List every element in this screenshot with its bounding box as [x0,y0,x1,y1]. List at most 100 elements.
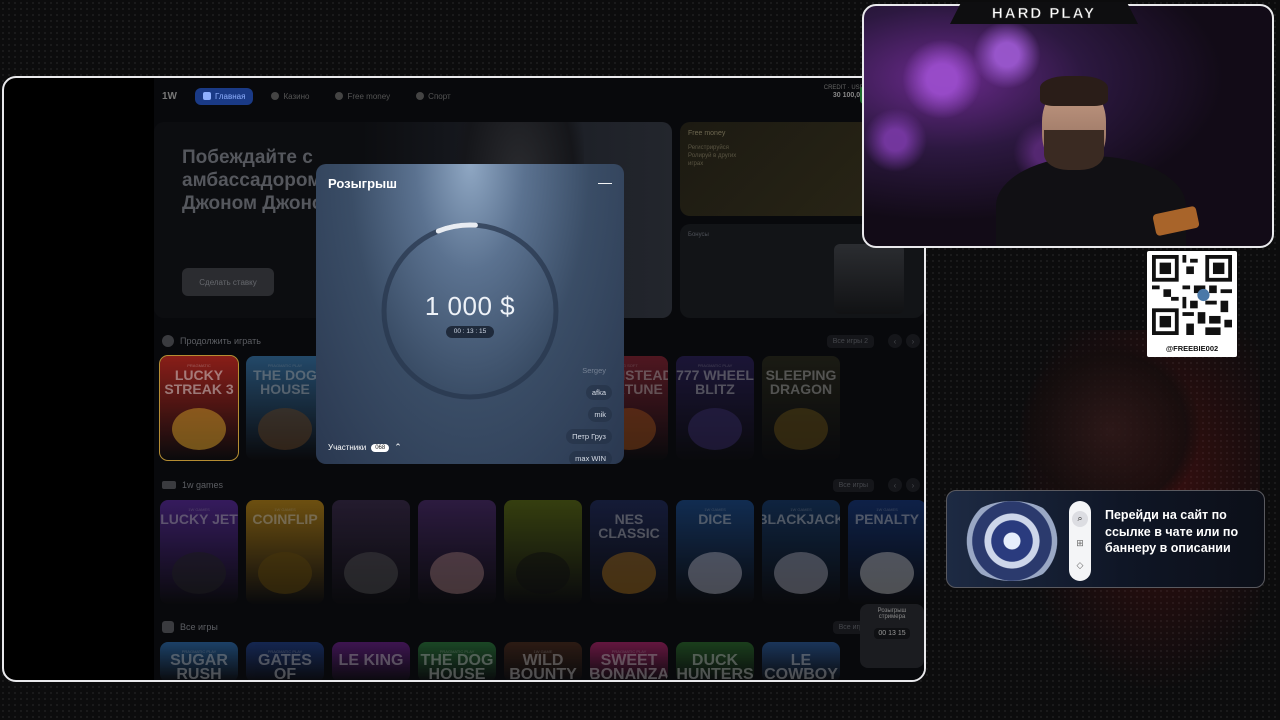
section-all-games: Все игры [162,620,218,634]
nav-free-money-label: Free money [347,91,391,101]
participant-item: Sergey [566,360,612,382]
nav-free-money[interactable]: Free money [327,88,398,105]
row1-tile[interactable]: SLEEPING DRAGON [762,356,840,460]
section-continue: Продолжить играть [162,334,261,348]
place-bet-button[interactable]: Сделать ставку [182,268,274,296]
participant-name: afka [585,385,612,400]
game-provider: 1W GAMES [876,507,898,512]
row2-tile[interactable]: 1W GAMES COINFLIP [246,500,324,604]
streamer-hair [1040,76,1108,106]
game-artwork [172,408,226,450]
minimize-button[interactable]: — [598,174,612,190]
row1-tile[interactable]: PRAGMATIC LUCKY STREAK 3 [159,355,239,461]
row2-tile[interactable]: 1W GAMES LUCKY JET [160,500,238,604]
game-provider: PRAGMATIC PLAY [267,363,303,368]
game-artwork [774,552,828,594]
balance-label: CREDIT · USD [823,85,864,91]
see-all-label: Все игры [838,482,868,489]
nav-casino[interactable]: Казино [263,88,317,105]
ring-progress [435,222,478,234]
game-provider: 1W GAMES [790,507,812,512]
nav-sport-label: Спорт [428,91,451,101]
roulette-wheel-icon [957,501,1067,581]
row2-tile[interactable] [418,500,496,604]
game-artwork [258,408,312,450]
participant-name: max WIN [569,451,612,464]
row3-tile[interactable]: LE COWBOY [762,642,840,680]
row2-tile[interactable]: 1W GAMESBLACKJACK [762,500,840,604]
row3-tile[interactable]: 1W GAME WILD BOUNTY [504,642,582,680]
participant-list: Sergey afka mik Петр Груз max WIN [566,360,612,464]
game-title: DUCK HUNTERS [676,652,754,682]
row2-tile[interactable]: NES CLASSIC [590,500,668,604]
ball-icon [416,92,425,100]
carousel-arrows: ‹ › [888,334,920,348]
row2-tile[interactable] [504,500,582,604]
row3-tile[interactable]: PRAGMATIC PLAY SUGAR RUSH [160,642,238,680]
row1-tile[interactable]: PRAGMATIC PLAY 777 WHEEL BLITZ [676,356,754,460]
webcam-feed [862,4,1274,248]
row3-tile[interactable]: DUCK HUNTERS [676,642,754,682]
chevron-up-icon: ⌃ [394,442,402,452]
row3-tile[interactable]: LE KING [332,642,410,680]
balance[interactable]: CREDIT · USD 30 100,00 [824,84,864,100]
section-1w-title: 1w games [182,480,224,490]
game-artwork [688,552,742,594]
game-provider: PRAGMATIC PLAY [697,363,733,368]
row2-tile[interactable]: 1W GAMES DICE [676,500,754,604]
grid-icon [162,621,174,633]
promo-banner[interactable]: ⌕ ⊞ ◇ Перейди на сайт по ссылке в чате и… [946,490,1265,588]
chevron-left-icon[interactable]: ‹ [888,334,902,348]
participant-item: afka [566,382,612,404]
game-provider: 1W GAMES [274,507,296,512]
mini-raffle-timer: 00 13 15 [874,628,910,639]
history-icon [162,335,174,347]
game-title: SLEEPING DRAGON [765,367,837,397]
game-title: LE KING [338,652,404,669]
game-artwork [430,552,484,594]
home-icon [203,92,211,100]
chevron-left-icon[interactable]: ‹ [888,478,902,492]
row3-tile[interactable]: PRAGMATIC PLAY THE DOG HOUSE [418,642,496,680]
site-logo[interactable]: 1W [162,91,177,102]
participants-count: 068 [371,443,390,452]
1w-icon [162,481,176,489]
game-artwork [774,408,828,450]
participant-item: max WIN [566,448,612,464]
see-all-label: Все игры [832,338,863,345]
game-provider: PRAGMATIC PLAY [439,649,475,654]
qr-code[interactable]: @FREEBIE002 [1147,251,1237,357]
search-icon: ⌕ [1072,510,1088,527]
nav-home[interactable]: Главная [195,87,254,105]
see-all-continue[interactable]: Все игры 2 [826,335,874,348]
top-nav: 1W Главная Казино Free money Спорт [154,84,459,108]
nav-sport[interactable]: Спорт [408,88,459,105]
qr-icon [1152,255,1232,335]
chevron-right-icon[interactable]: › [906,478,920,492]
see-all-1w[interactable]: Все игры [832,479,874,492]
icon-strip: ⌕ ⊞ ◇ [1069,501,1091,581]
countdown-timer: 00 : 13 : 15 [446,326,494,338]
game-artwork [688,408,742,450]
participant-name: Петр Груз [566,429,612,444]
game-artwork [344,552,398,594]
prize-amount: 1 000 $ [424,291,516,321]
nav-home-label: Главная [215,91,246,101]
free-money-text: Регистрируйся Ролируй в других играх [688,145,737,167]
casino-icon [271,92,280,100]
row2-tile[interactable]: 1W GAMES PENALTY [848,500,924,604]
nav-casino-label: Казино [283,91,310,101]
row2-tile[interactable] [332,500,410,604]
chevron-right-icon[interactable]: › [906,334,920,348]
game-provider: PRAGMATIC [187,363,211,368]
participants-toggle[interactable]: Участники 068 ⌃ [328,442,402,453]
game-provider: PRAGMATIC PLAY [611,649,647,654]
game-provider: 1W GAMES [188,507,210,512]
mini-raffle-widget[interactable]: Розыгрыш стримера 00 13 15 [860,604,924,668]
row3-tile[interactable]: PRAGMATIC PLAYGATES OF OLYMPUS [246,642,324,680]
see-all-count: 2 [864,338,868,345]
game-artwork [172,552,226,594]
row1-tile[interactable]: PRAGMATIC PLAY THE DOG HOUSE [246,356,324,460]
game-artwork [602,552,656,594]
row3-tile[interactable]: PRAGMATIC PLAY SWEET BONANZA [590,642,668,680]
